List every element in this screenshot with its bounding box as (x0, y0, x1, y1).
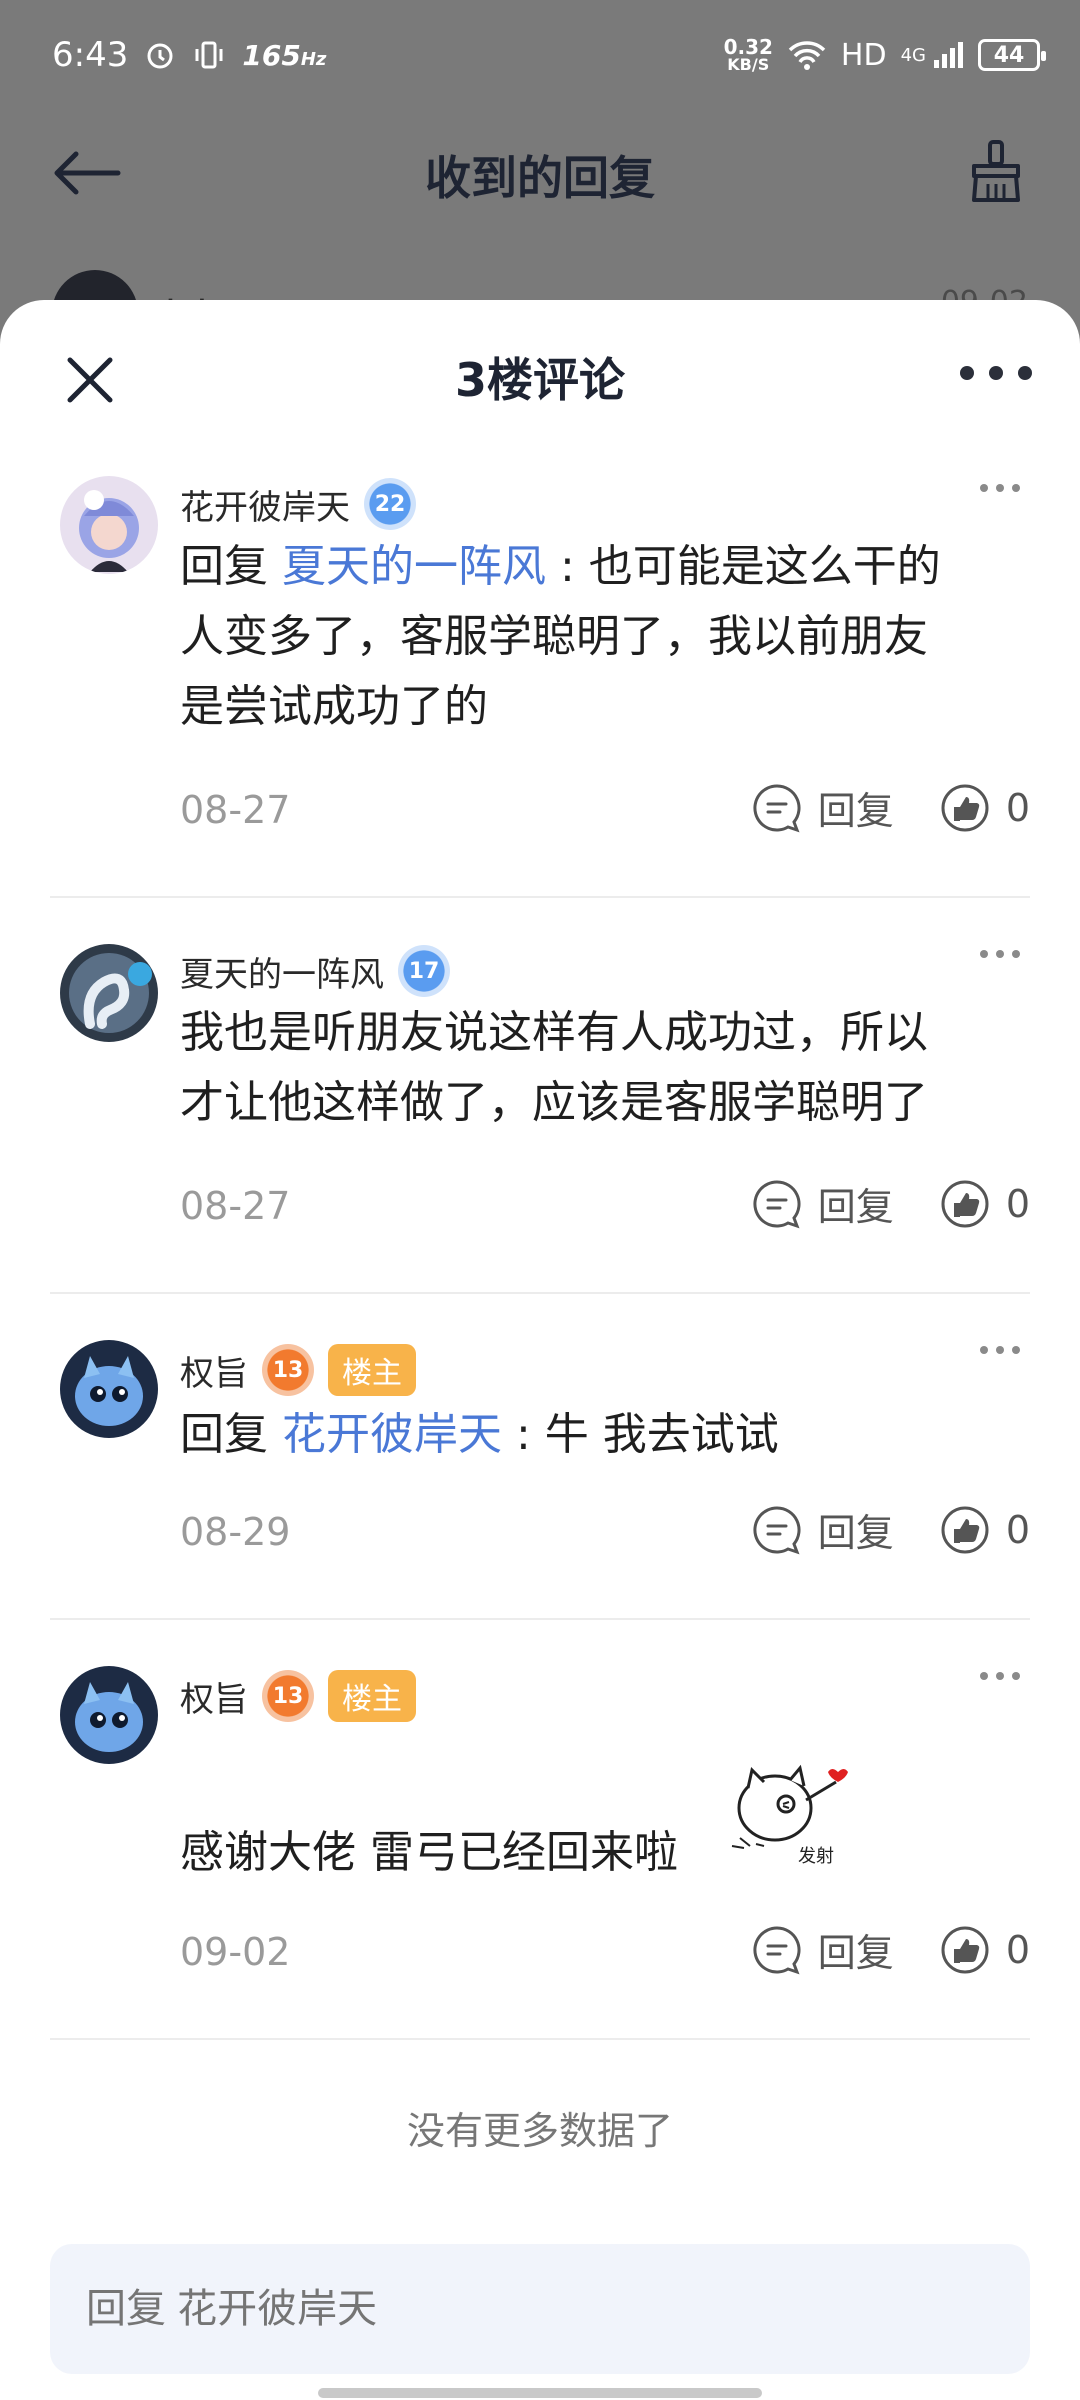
cat-sticker-image: 发射 (731, 1764, 848, 1867)
reply-button[interactable]: 回复 (752, 1176, 894, 1231)
comment-author[interactable]: 权旨 (180, 1672, 248, 1721)
comment-thread-sheet: 3楼评论 花开彼岸天 22 回复 夏天的一阵风 : 也可能是这么干的 人变多了，… (0, 300, 1080, 2400)
divider (50, 2038, 1030, 2040)
divider (50, 1618, 1030, 1620)
alarm-icon (147, 43, 173, 69)
comment-author[interactable]: 夏天的一阵风 (180, 947, 384, 996)
comment-more-icon[interactable] (980, 1346, 1020, 1356)
wifi-icon (788, 41, 826, 70)
refresh-rate: 165 (242, 38, 301, 72)
thread-owner-tag: 楼主 (328, 1344, 416, 1396)
clear-broom-icon[interactable] (966, 140, 1026, 204)
level-badge: 17 (398, 945, 450, 997)
like-button[interactable]: 0 (940, 783, 1030, 833)
comment-bubble-icon (753, 1505, 801, 1554)
signal-icon (934, 42, 963, 68)
divider (50, 1292, 1030, 1294)
comment-more-icon[interactable] (980, 1672, 1020, 1682)
comment-text: 回复 夏天的一阵风 : 也可能是这么干的 人变多了，客服学聪明了，我以前朋友 是… (180, 541, 941, 732)
thumbs-up-icon (941, 1506, 989, 1553)
more-options-button[interactable] (960, 358, 1032, 388)
sticker-text: 发射 (798, 1846, 834, 1867)
level-badge: 13 (262, 1670, 314, 1722)
sheet-header: 3楼评论 (0, 300, 1080, 450)
reply-input[interactable] (50, 2244, 1030, 2374)
reply-button[interactable]: 回复 (752, 780, 894, 835)
sheet-title: 3楼评论 (454, 353, 625, 407)
comment-text: 我也是听朋友说这样有人成功过，所以 才让他这样做了，应该是客服学聪明了 (180, 1007, 928, 1128)
comment-author[interactable]: 权旨 (180, 1346, 248, 1395)
status-bar: 6:43 165Hz 0.32 KB/S HD 4G 44 (0, 0, 1080, 110)
level-badge: 22 (364, 478, 416, 530)
thumbs-up-icon (941, 1180, 989, 1227)
reply-button[interactable]: 回复 (752, 1502, 894, 1557)
background-page-title: 收到的回复 (425, 151, 655, 205)
reply-button[interactable]: 回复 (752, 1922, 894, 1977)
comment-text: 回复 花开彼岸天 : 牛 我去试试 (180, 1409, 779, 1460)
comment-text-final: 感谢大佬 雷弓已经回来啦 (180, 1827, 678, 1878)
home-indicator[interactable] (318, 2388, 762, 2398)
mention-link[interactable]: 花开彼岸天 (282, 1409, 502, 1460)
hd-indicator: HD (840, 37, 887, 73)
mention-link[interactable]: 夏天的一阵风 (282, 541, 546, 592)
comment-date: 08-27 (180, 788, 291, 832)
refresh-unit: Hz (300, 48, 327, 70)
back-arrow-icon[interactable] (52, 148, 122, 198)
level-badge: 13 (262, 1344, 314, 1396)
comment-bubble-icon (753, 1179, 801, 1228)
background-header: 收到的回复 (0, 110, 1080, 240)
comment-date: 08-27 (180, 1184, 291, 1228)
thumbs-up-icon (941, 1926, 989, 1973)
comment-bubble-icon (753, 783, 801, 832)
like-button[interactable]: 0 (940, 1505, 1030, 1555)
like-button[interactable]: 0 (940, 1179, 1030, 1229)
comment-date: 09-02 (180, 1930, 291, 1974)
network-type: 4G (900, 44, 926, 66)
thumbs-up-icon (941, 784, 989, 831)
vibrate-icon (195, 41, 223, 69)
no-more-data-text: 没有更多数据了 (406, 2109, 673, 2153)
clock: 6:43 (52, 35, 129, 75)
comment-more-icon[interactable] (980, 950, 1020, 960)
divider (50, 896, 1030, 898)
avatar[interactable] (60, 1666, 158, 1764)
avatar[interactable] (60, 944, 158, 1042)
network-speed: 0.32 KB/S (723, 35, 773, 74)
comment-author[interactable]: 花开彼岸天 (180, 480, 350, 529)
battery-icon: 44 (978, 39, 1046, 71)
comment-date: 08-29 (180, 1510, 291, 1554)
comment-bubble-icon (753, 1925, 801, 1974)
like-button[interactable]: 0 (940, 1925, 1030, 1975)
comment-more-icon[interactable] (980, 484, 1020, 494)
avatar[interactable] (60, 476, 158, 574)
thread-owner-tag: 楼主 (328, 1670, 416, 1722)
avatar[interactable] (60, 1340, 158, 1438)
